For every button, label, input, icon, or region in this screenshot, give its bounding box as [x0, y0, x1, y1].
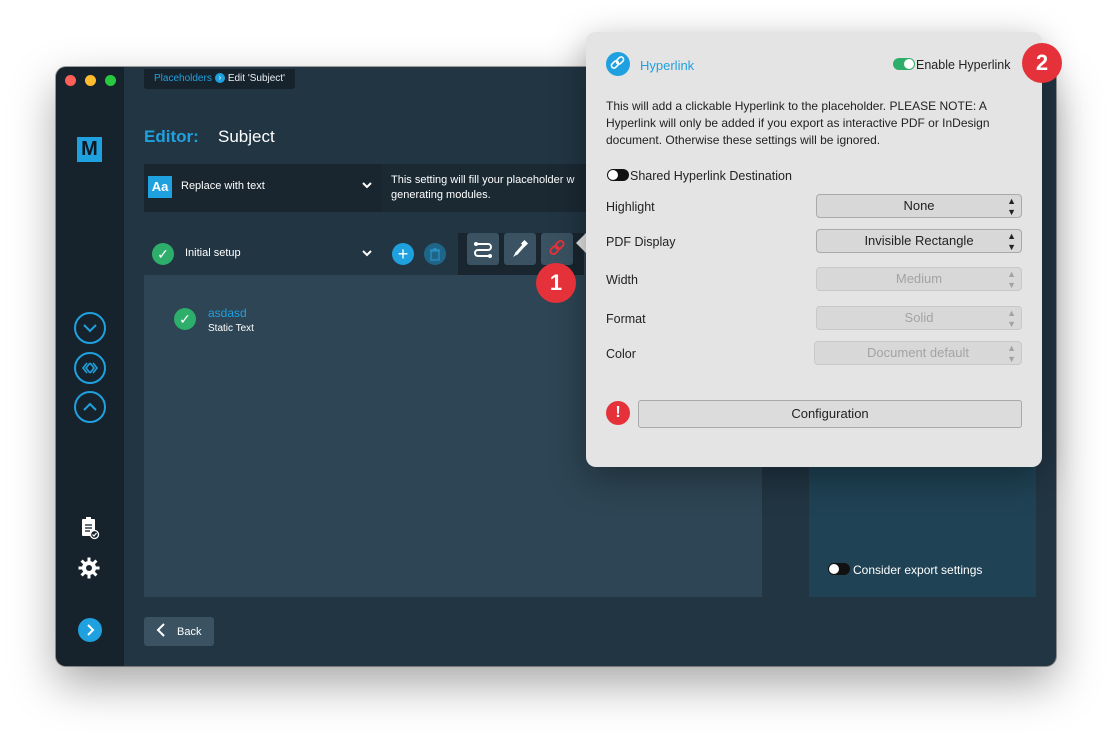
close-window-button[interactable] [65, 75, 76, 86]
popover-title: Hyperlink [640, 58, 695, 73]
enable-hyperlink-toggle[interactable] [893, 58, 915, 70]
format-select[interactable]: Solid ▲ ▼ [816, 306, 1022, 330]
info-box: This setting will fill your placeholder … [382, 164, 602, 212]
add-button[interactable]: + [392, 243, 414, 265]
editor-label: Editor: [144, 127, 199, 146]
hyperlink-icon [606, 52, 630, 76]
enable-hyperlink-label: Enable Hyperlink [916, 58, 1011, 72]
color-value: Document default [867, 345, 969, 360]
check-circle-icon: ✓ [174, 308, 196, 330]
info-text: This setting will fill your placeholder … [391, 174, 575, 201]
consider-export-toggle[interactable] [828, 563, 850, 575]
sidebar: M [56, 67, 124, 666]
width-value: Medium [895, 271, 943, 286]
color-label: Color [606, 347, 636, 361]
updown-icon: ▲ ▼ [1007, 343, 1016, 364]
item-name[interactable]: asdasd [208, 306, 247, 320]
highlight-value: None [903, 198, 935, 213]
back-label: Back [177, 626, 202, 638]
hyperlink-popover: Hyperlink Enable Hyperlink This will add… [586, 32, 1042, 467]
trash-icon[interactable] [424, 243, 446, 265]
clipboard-check-icon[interactable] [77, 516, 101, 540]
format-value: Solid [904, 310, 934, 325]
chevron-right-icon[interactable] [78, 618, 102, 642]
gear-icon[interactable] [77, 556, 101, 580]
format-label: Format [606, 312, 646, 326]
item-type: Static Text [208, 323, 254, 334]
highlight-select[interactable]: None ▲ ▼ [816, 194, 1022, 218]
chevron-right-icon: › [214, 73, 225, 84]
hyperlink-icon[interactable] [541, 233, 573, 265]
brush-icon[interactable] [504, 233, 536, 265]
popover-arrow [576, 233, 586, 253]
setup-row[interactable]: ✓ Initial setup + [144, 233, 458, 275]
updown-icon: ▲ ▼ [1007, 231, 1016, 252]
switch-icon[interactable] [467, 233, 499, 265]
configuration-button[interactable]: Configuration [638, 400, 1022, 428]
text-type-icon: Aa [148, 176, 172, 198]
step-badge-1: 1 [536, 263, 576, 303]
breadcrumb-placeholders[interactable]: Placeholders [154, 73, 212, 84]
pdf-display-value: Invisible Rectangle [864, 233, 974, 248]
right-panel: Consider export settings [809, 462, 1036, 597]
width-select[interactable]: Medium ▲ ▼ [816, 267, 1022, 291]
breadcrumb: Placeholders › Edit 'Subject' [144, 69, 295, 89]
updown-icon: ▲ ▼ [1007, 269, 1016, 290]
chevron-down-icon[interactable] [74, 312, 106, 344]
step-badge-2: 2 [1022, 43, 1062, 83]
chevron-left-icon [155, 622, 167, 642]
pdf-display-select[interactable]: Invisible Rectangle ▲ ▼ [816, 229, 1022, 253]
chevron-up-icon[interactable] [74, 391, 106, 423]
setup-label: Initial setup [185, 247, 241, 259]
width-label: Width [606, 273, 638, 287]
popover-description: This will add a clickable Hyperlink to t… [606, 99, 990, 147]
breadcrumb-current: Edit 'Subject' [227, 73, 285, 84]
color-select[interactable]: Document default ▲ ▼ [814, 341, 1022, 365]
warning-icon: ! [606, 401, 630, 425]
highlight-label: Highlight [606, 200, 655, 214]
chevron-down-icon[interactable] [361, 247, 373, 262]
chevron-down-icon [361, 179, 373, 194]
shared-destination-label: Shared Hyperlink Destination [630, 169, 792, 183]
minimize-window-button[interactable] [85, 75, 96, 86]
zoom-window-button[interactable] [105, 75, 116, 86]
updown-icon: ▲ ▼ [1007, 308, 1016, 329]
pdf-display-label: PDF Display [606, 235, 676, 249]
page-title: Subject [218, 127, 275, 146]
check-circle-icon: ✓ [152, 243, 174, 265]
consider-export-label: Consider export settings [853, 563, 983, 577]
shared-destination-toggle[interactable] [607, 169, 629, 181]
updown-icon: ▲ ▼ [1007, 196, 1016, 217]
replace-mode-label: Replace with text [181, 180, 265, 192]
replace-mode-dropdown[interactable]: Aa Replace with text [144, 164, 382, 212]
collapse-expand-icon[interactable] [74, 352, 106, 384]
back-button[interactable]: Back [144, 617, 214, 646]
app-logo: M [77, 137, 102, 162]
